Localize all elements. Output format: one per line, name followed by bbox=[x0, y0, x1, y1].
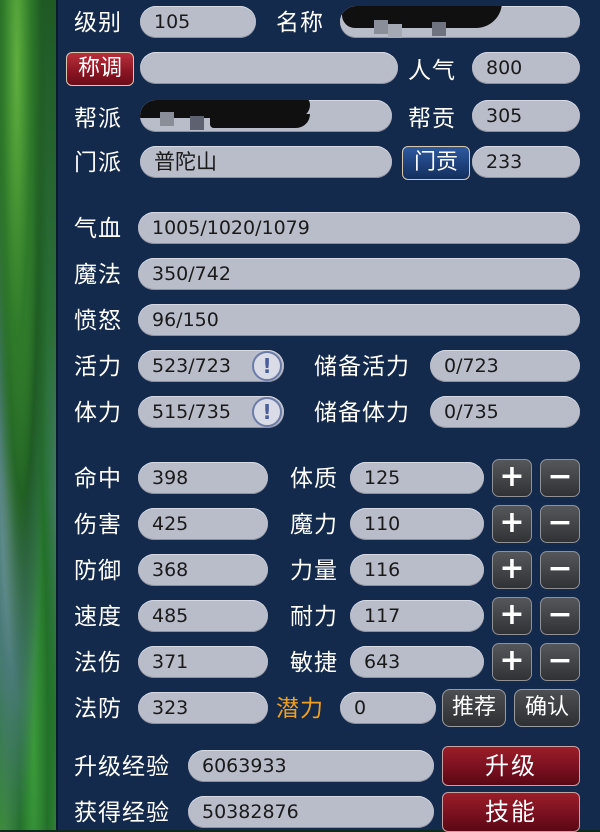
mp-field: 350/742 bbox=[138, 258, 580, 290]
reserve-stamina-field: 0/735 bbox=[430, 396, 580, 428]
attribute-plus-button[interactable]: + bbox=[492, 505, 532, 543]
attribute-label: 魔力 bbox=[290, 512, 338, 538]
attribute-plus-button[interactable]: + bbox=[492, 551, 532, 589]
game-scene-background bbox=[0, 0, 56, 830]
sect-field: 普陀山 bbox=[140, 146, 392, 178]
attribute-minus-button[interactable]: − bbox=[540, 459, 580, 497]
attribute-minus-button[interactable]: − bbox=[540, 505, 580, 543]
combat-stat-label: 命中 bbox=[74, 466, 122, 492]
recommend-button[interactable]: 推荐 bbox=[442, 689, 506, 727]
confirm-button[interactable]: 确认 bbox=[514, 689, 580, 727]
attribute-label: 体质 bbox=[290, 466, 338, 492]
combat-stat-value: 485 bbox=[138, 600, 268, 632]
combat-stat-value: 398 bbox=[138, 462, 268, 494]
attribute-label: 力量 bbox=[290, 558, 338, 584]
combat-stat-value: 371 bbox=[138, 646, 268, 678]
level-label: 级别 bbox=[74, 10, 122, 36]
attribute-value: 116 bbox=[350, 554, 484, 586]
name-redaction-pixel bbox=[432, 22, 446, 36]
combat-stat-label: 法伤 bbox=[74, 650, 122, 676]
name-label: 名称 bbox=[276, 10, 324, 36]
title-field[interactable] bbox=[140, 52, 398, 84]
name-redaction-pixel bbox=[388, 24, 402, 38]
upgrade-button[interactable]: 升级 bbox=[442, 746, 580, 786]
reserve-vigor-label: 储备活力 bbox=[314, 354, 410, 380]
sect-contribution-field: 233 bbox=[472, 146, 580, 178]
attribute-value: 643 bbox=[350, 646, 484, 678]
faction-redaction bbox=[210, 114, 310, 128]
name-redaction-pixel bbox=[374, 20, 388, 34]
combat-stat-label: 速度 bbox=[74, 604, 122, 630]
mp-label: 魔法 bbox=[74, 262, 122, 288]
vigor-info-icon[interactable]: ! bbox=[252, 351, 282, 381]
potential-label: 潜力 bbox=[276, 696, 324, 722]
combat-stat-label: 防御 bbox=[74, 558, 122, 584]
attribute-value: 110 bbox=[350, 508, 484, 540]
hp-label: 气血 bbox=[74, 216, 122, 242]
faction-label: 帮派 bbox=[74, 106, 122, 132]
popularity-label: 人气 bbox=[408, 58, 456, 84]
combat-stat-value: 368 bbox=[138, 554, 268, 586]
skills-button[interactable]: 技能 bbox=[442, 792, 580, 832]
attribute-plus-button[interactable]: + bbox=[492, 597, 532, 635]
reserve-stamina-label: 储备体力 bbox=[314, 400, 410, 426]
stamina-info-icon[interactable]: ! bbox=[252, 397, 282, 427]
potential-field: 0 bbox=[340, 692, 436, 724]
name-redaction bbox=[342, 6, 502, 28]
stamina-label: 体力 bbox=[74, 400, 122, 426]
faction-field bbox=[140, 100, 392, 132]
character-attributes-panel: 级别 105 名称 称调 人气 800 帮派 帮贡 305 门派 普陀山 门贡 … bbox=[56, 0, 600, 832]
contribution-field: 305 bbox=[472, 100, 580, 132]
combat-stat-value: 425 bbox=[138, 508, 268, 540]
faction-redaction-pixel bbox=[190, 116, 204, 130]
faction-redaction-pixel bbox=[160, 112, 174, 126]
upgrade-exp-field: 6063933 bbox=[188, 750, 434, 782]
popularity-field: 800 bbox=[472, 52, 580, 84]
hp-field: 1005/1020/1079 bbox=[138, 212, 580, 244]
sect-contribution-button[interactable]: 门贡 bbox=[402, 146, 470, 180]
combat-stat-label: 法防 bbox=[74, 696, 122, 722]
attribute-minus-button[interactable]: − bbox=[540, 643, 580, 681]
attribute-label: 耐力 bbox=[290, 604, 338, 630]
reserve-vigor-field: 0/723 bbox=[430, 350, 580, 382]
gained-exp-label: 获得经验 bbox=[74, 800, 170, 826]
attribute-plus-button[interactable]: + bbox=[492, 643, 532, 681]
upgrade-exp-label: 升级经验 bbox=[74, 754, 170, 780]
attribute-minus-button[interactable]: − bbox=[540, 551, 580, 589]
rage-label: 愤怒 bbox=[74, 308, 122, 334]
attribute-value: 117 bbox=[350, 600, 484, 632]
contribution-label: 帮贡 bbox=[408, 106, 456, 132]
vigor-label: 活力 bbox=[74, 354, 122, 380]
attribute-label: 敏捷 bbox=[290, 650, 338, 676]
attribute-minus-button[interactable]: − bbox=[540, 597, 580, 635]
rage-field: 96/150 bbox=[138, 304, 580, 336]
attribute-value: 125 bbox=[350, 462, 484, 494]
combat-stat-label: 伤害 bbox=[74, 512, 122, 538]
attribute-plus-button[interactable]: + bbox=[492, 459, 532, 497]
sect-label: 门派 bbox=[74, 150, 122, 176]
gained-exp-field: 50382876 bbox=[188, 796, 434, 828]
combat-stat-value: 323 bbox=[138, 692, 268, 724]
level-field: 105 bbox=[140, 6, 256, 38]
name-field bbox=[340, 6, 580, 38]
title-button[interactable]: 称调 bbox=[66, 52, 134, 86]
